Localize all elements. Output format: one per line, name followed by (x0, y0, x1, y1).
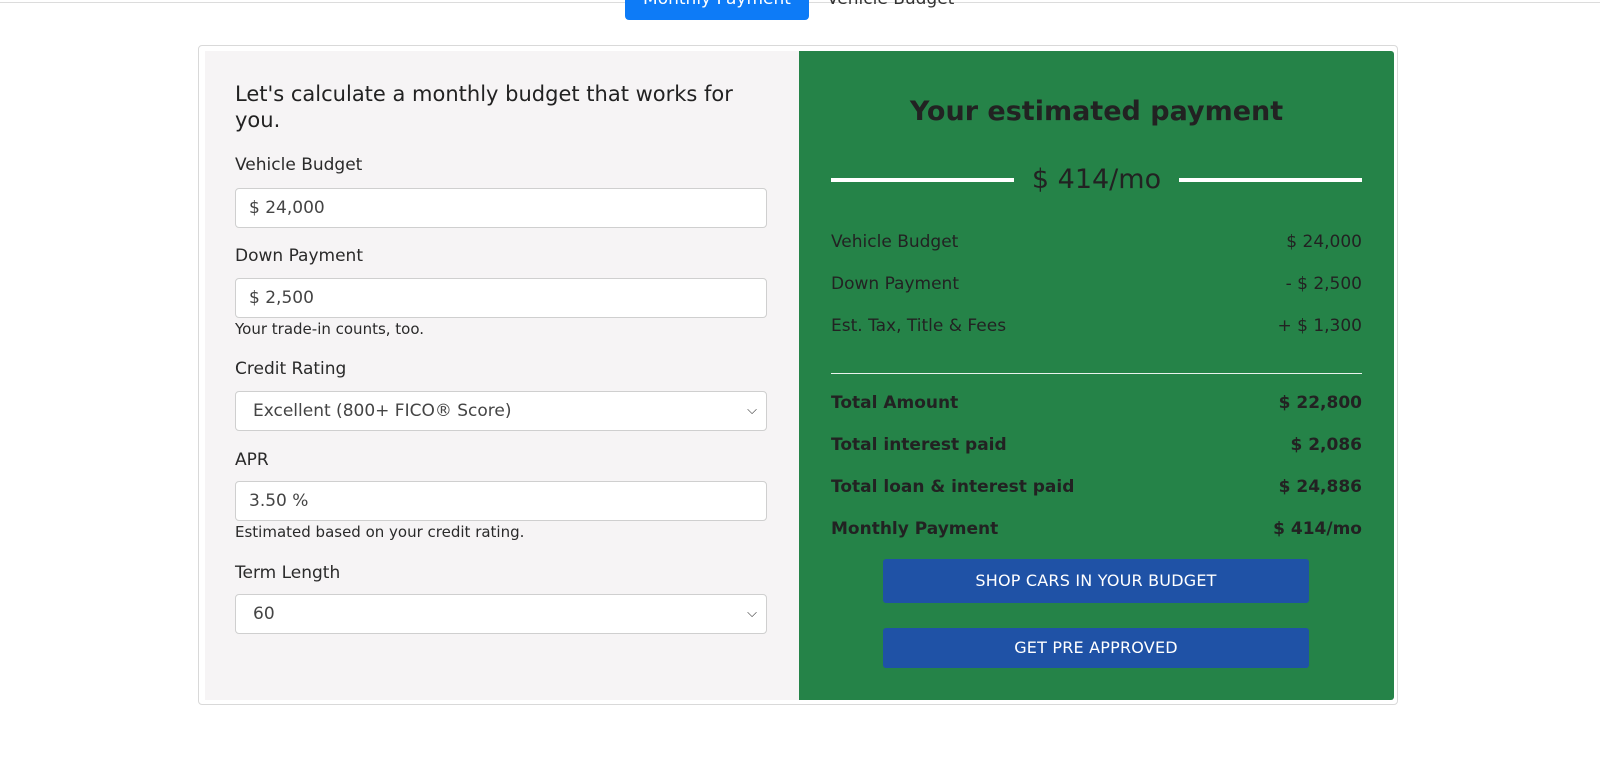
summary-row-label: Vehicle Budget (831, 232, 959, 252)
total-row-value: $ 414/mo (1273, 519, 1362, 539)
apr-label: APR (235, 450, 269, 470)
summary-row-label: Est. Tax, Title & Fees (831, 316, 1007, 336)
term-length-select[interactable]: 60 ⌵ (235, 594, 767, 634)
down-payment-help: Your trade-in counts, too. (235, 320, 425, 338)
total-row-value: $ 22,800 (1278, 393, 1362, 413)
total-row-label: Total Amount (831, 393, 959, 413)
summary-row-value: + $ 1,300 (1277, 316, 1362, 336)
total-row-value: $ 2,086 (1290, 435, 1362, 455)
total-row: Total loan & interest paid $ 24,886 (831, 477, 1362, 497)
term-length-value: 60 (253, 604, 275, 624)
summary-row-value: $ 24,000 (1286, 232, 1362, 252)
total-row-value: $ 24,886 (1278, 477, 1362, 497)
vehicle-budget-input[interactable]: $ 24,000 (235, 188, 767, 228)
credit-rating-value: Excellent (800+ FICO® Score) (253, 401, 512, 421)
total-row-label: Monthly Payment (831, 519, 999, 539)
chevron-down-icon: ⌵ (747, 403, 757, 418)
amount-line-left (831, 178, 1014, 182)
summary-row-label: Down Payment (831, 274, 959, 294)
down-payment-input[interactable]: $ 2,500 (235, 278, 767, 318)
chevron-down-icon: ⌵ (747, 606, 757, 621)
credit-rating-label: Credit Rating (235, 359, 347, 379)
down-payment-label: Down Payment (235, 246, 363, 266)
tab-monthly-payment[interactable]: Monthly Payment (625, 0, 809, 20)
summary-divider (831, 373, 1362, 374)
apr-input[interactable]: 3.50 % (235, 481, 767, 521)
form-heading: Let's calculate a monthly budget that wo… (235, 82, 733, 132)
total-row-label: Total loan & interest paid (831, 477, 1075, 497)
summary-row: Down Payment - $ 2,500 (831, 274, 1362, 294)
estimate-title: Your estimated payment (909, 96, 1284, 127)
total-row: Monthly Payment $ 414/mo (831, 519, 1362, 539)
summary-row: Vehicle Budget $ 24,000 (831, 232, 1362, 252)
get-pre-approved-button[interactable]: GET PRE APPROVED (883, 628, 1309, 668)
shop-cars-button[interactable]: SHOP CARS IN YOUR BUDGET (883, 559, 1309, 603)
term-length-label: Term Length (235, 563, 341, 583)
vehicle-budget-label: Vehicle Budget (235, 155, 363, 175)
apr-help: Estimated based on your credit rating. (235, 523, 525, 541)
total-row-label: Total interest paid (831, 435, 1007, 455)
summary-row-value: - $ 2,500 (1285, 274, 1362, 294)
amount-line-right (1179, 178, 1362, 182)
total-row: Total Amount $ 22,800 (831, 393, 1362, 413)
total-row: Total interest paid $ 2,086 (831, 435, 1362, 455)
tab-vehicle-budget[interactable]: Vehicle Budget (827, 0, 954, 12)
calculator-tabs: Monthly Payment Vehicle Budget (625, 0, 954, 20)
summary-row: Est. Tax, Title & Fees + $ 1,300 (831, 316, 1362, 336)
credit-rating-select[interactable]: Excellent (800+ FICO® Score) ⌵ (235, 391, 767, 431)
estimated-amount: $ 414/mo (1031, 164, 1162, 195)
